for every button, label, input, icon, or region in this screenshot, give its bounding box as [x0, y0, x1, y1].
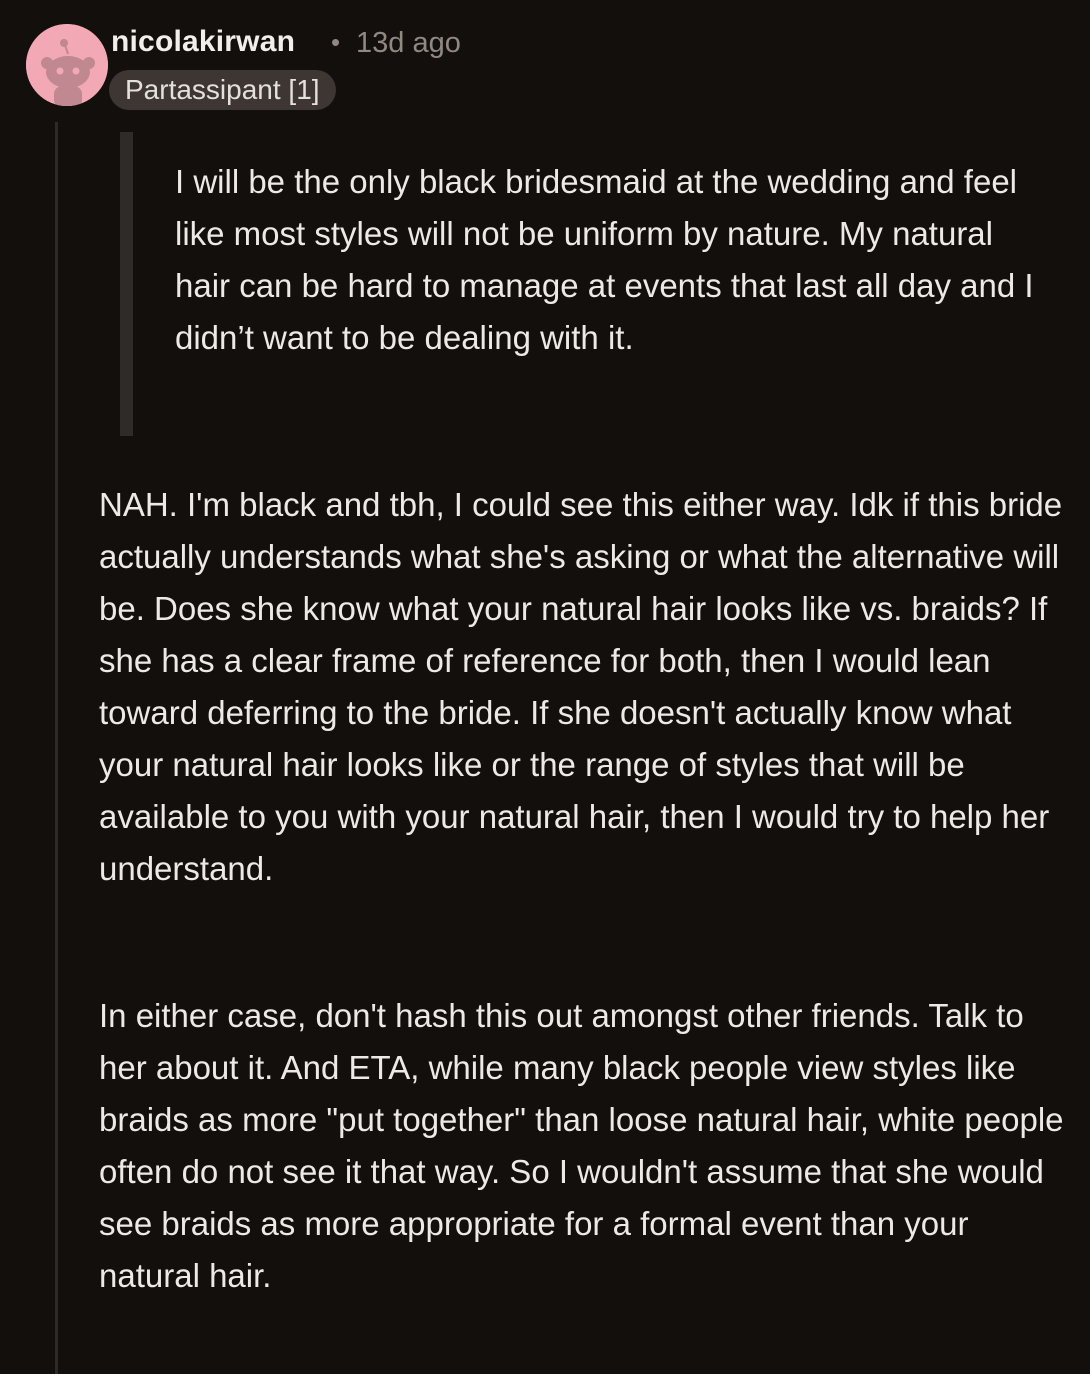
user-flair-badge: Partassipant [1] — [109, 70, 336, 110]
meta-separator: • — [331, 27, 341, 57]
comment-paragraph: In either case, don't hash this out amon… — [99, 997, 1064, 1294]
avatar[interactable] — [26, 24, 108, 106]
blockquote-text: I will be the only black bridesmaid at t… — [175, 163, 1034, 356]
username-link[interactable]: nicolakirwan — [111, 22, 295, 62]
reddit-snoo-avatar-icon — [26, 24, 108, 106]
timestamp: 13d ago — [356, 27, 461, 59]
thread-line — [55, 122, 58, 1374]
blockquote-bar — [120, 132, 133, 436]
comment-paragraph: NAH. I'm black and tbh, I could see this… — [99, 486, 1063, 887]
